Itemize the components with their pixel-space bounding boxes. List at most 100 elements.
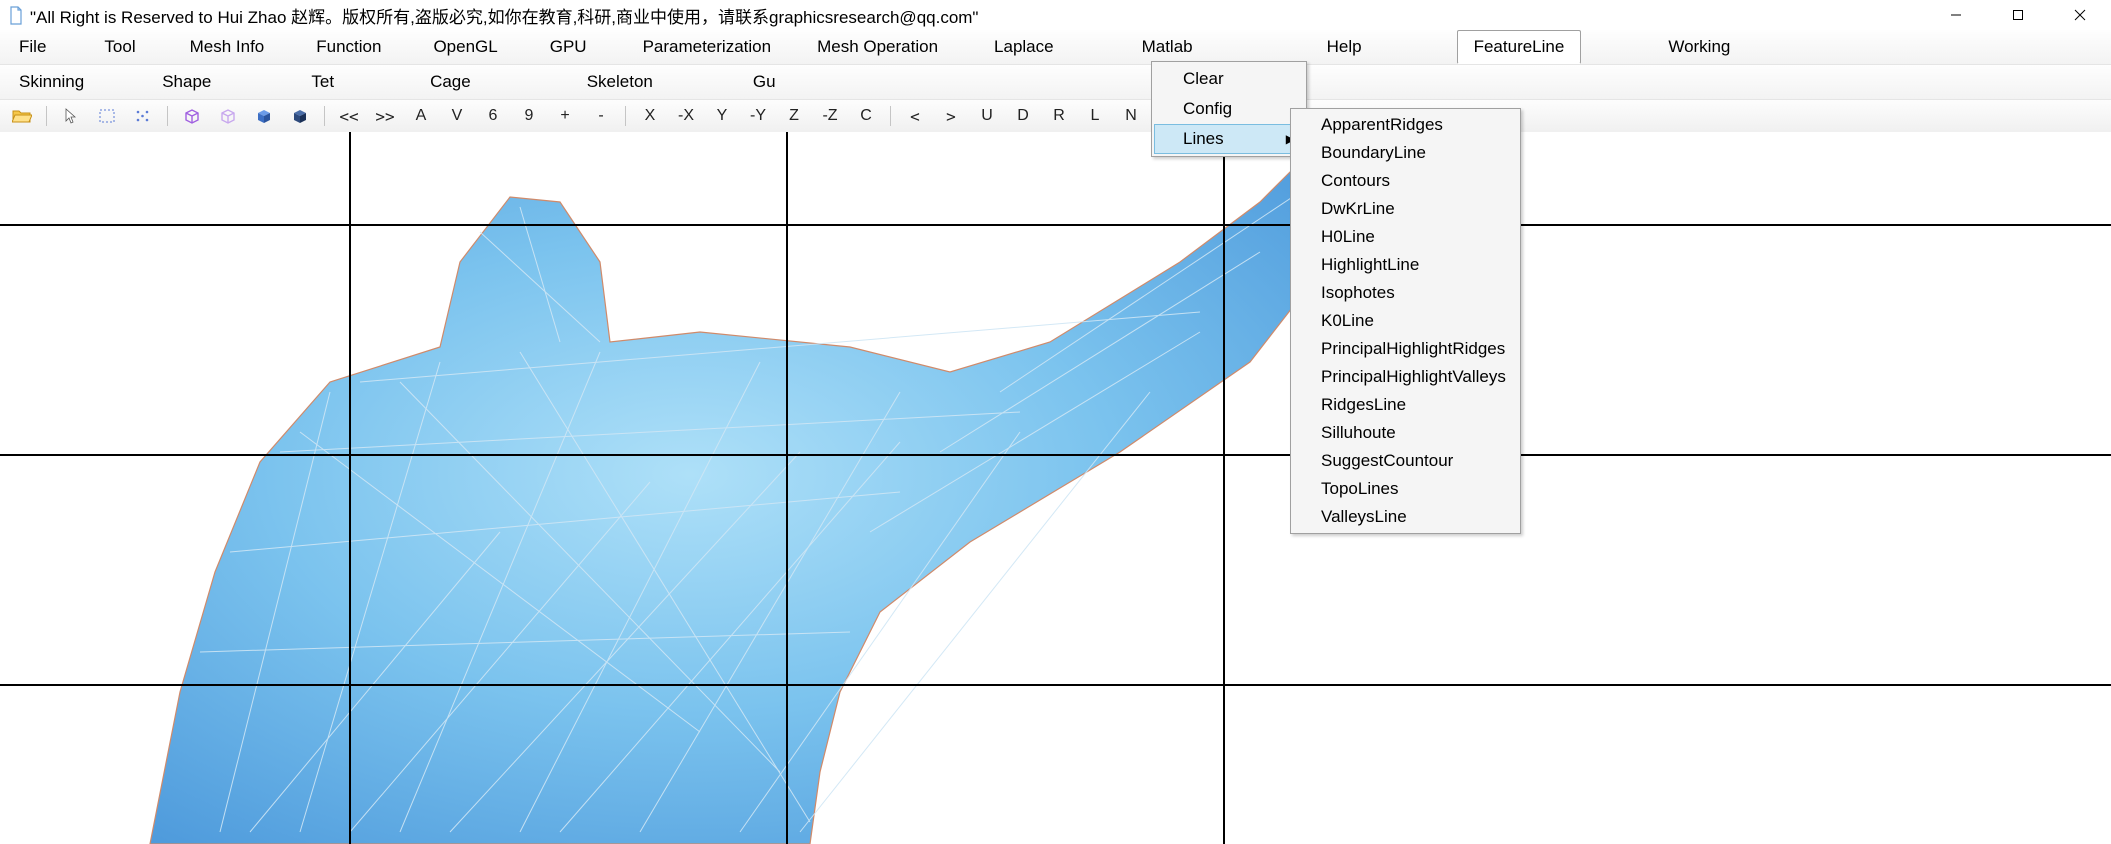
solid-cube-blue-icon[interactable]	[248, 104, 280, 128]
submenu-item-label: ValleysLine	[1321, 507, 1407, 526]
dropdown-item-label: Lines	[1183, 129, 1224, 148]
menu-mesh-info[interactable]: Mesh Info	[173, 30, 282, 64]
toolbar-btn-x[interactable]: X	[634, 104, 666, 128]
menu-function[interactable]: Function	[299, 30, 398, 64]
open-file-icon[interactable]	[6, 104, 38, 128]
toolbar-btn-y[interactable]: Y	[706, 104, 738, 128]
toolbar-btn-negy[interactable]: -Y	[742, 104, 774, 128]
toolbar-btn-label: D	[1017, 107, 1029, 125]
toolbar-btn-negz[interactable]: -Z	[814, 104, 846, 128]
lines-item-apparentridges[interactable]: ApparentRidges	[1293, 111, 1518, 139]
toolbar-separator	[167, 106, 168, 126]
lines-item-silluhoute[interactable]: Silluhoute	[1293, 419, 1518, 447]
submenu-item-label: ApparentRidges	[1321, 115, 1443, 134]
toolbar-btn-label: <	[910, 107, 920, 126]
toolbar-btn-plus[interactable]: +	[549, 104, 581, 128]
featureline-item-clear[interactable]: Clear	[1154, 64, 1304, 94]
lines-item-topolines[interactable]: TopoLines	[1293, 475, 1518, 503]
menu-label: Matlab	[1142, 37, 1193, 56]
menu-mesh-operation[interactable]: Mesh Operation	[800, 30, 955, 64]
toolbar-btn-label: 9	[525, 107, 534, 125]
wire-cube-purple-icon[interactable]	[176, 104, 208, 128]
toolbar-btn-n[interactable]: N	[1115, 104, 1147, 128]
menu-parameterization[interactable]: Parameterization	[626, 30, 789, 64]
menu-skeleton[interactable]: Skeleton	[570, 65, 670, 99]
wire-cube-light-icon[interactable]	[212, 104, 244, 128]
submenu-item-label: TopoLines	[1321, 479, 1399, 498]
viewport-3d[interactable]	[0, 132, 2111, 844]
toolbar-btn-gt[interactable]: >	[935, 104, 967, 128]
lines-item-suggestcountour[interactable]: SuggestCountour	[1293, 447, 1518, 475]
menu-label: Gu	[753, 72, 776, 91]
points-icon[interactable]	[127, 104, 159, 128]
lines-item-valleysline[interactable]: ValleysLine	[1293, 503, 1518, 531]
lines-item-dwkrline[interactable]: DwKrLine	[1293, 195, 1518, 223]
menu-label: FeatureLine	[1474, 37, 1565, 56]
lines-item-k0line[interactable]: K0Line	[1293, 307, 1518, 335]
menu-laplace[interactable]: Laplace	[977, 30, 1071, 64]
featureline-item-lines[interactable]: Lines ▶	[1154, 124, 1304, 154]
submenu-item-label: RidgesLine	[1321, 395, 1406, 414]
toolbar-btn-label: R	[1053, 107, 1065, 125]
toolbar-btn-a[interactable]: A	[405, 104, 437, 128]
lines-item-highlightline[interactable]: HighlightLine	[1293, 251, 1518, 279]
toolbar-btn-minus[interactable]: -	[585, 104, 617, 128]
menu-gu[interactable]: Gu	[736, 65, 793, 99]
menu-tet[interactable]: Tet	[294, 65, 351, 99]
menu-label: Mesh Operation	[817, 37, 938, 56]
toolbar-btn-l[interactable]: L	[1079, 104, 1111, 128]
toolbar-btn-label: Y	[717, 107, 728, 125]
menu-cage[interactable]: Cage	[413, 65, 488, 99]
toolbar-btn-z[interactable]: Z	[778, 104, 810, 128]
menu-featureline[interactable]: FeatureLine	[1457, 30, 1582, 64]
close-button[interactable]	[2049, 0, 2111, 30]
featureline-item-config[interactable]: Config	[1154, 94, 1304, 124]
menu-skinning[interactable]: Skinning	[2, 65, 101, 99]
menu-gpu[interactable]: GPU	[533, 30, 604, 64]
lines-item-h0line[interactable]: H0Line	[1293, 223, 1518, 251]
menu-opengl[interactable]: OpenGL	[416, 30, 514, 64]
lines-item-principalhighlightvalleys[interactable]: PrincipalHighlightValleys	[1293, 363, 1518, 391]
select-rect-icon[interactable]	[91, 104, 123, 128]
lines-item-principalhighlightridges[interactable]: PrincipalHighlightRidges	[1293, 335, 1518, 363]
gridline-vertical	[786, 132, 788, 844]
toolbar-btn-lt[interactable]: <	[899, 104, 931, 128]
toolbar-btn-prev2[interactable]: <<	[333, 104, 365, 128]
menu-label: Parameterization	[643, 37, 772, 56]
toolbar-btn-6[interactable]: 6	[477, 104, 509, 128]
menu-shape[interactable]: Shape	[145, 65, 228, 99]
menu-label: Shape	[162, 72, 211, 91]
menu-label: Function	[316, 37, 381, 56]
toolbar-btn-9[interactable]: 9	[513, 104, 545, 128]
toolbar-btn-r[interactable]: R	[1043, 104, 1075, 128]
toolbar-btn-label: -Y	[750, 107, 766, 125]
toolbar-btn-v[interactable]: V	[441, 104, 473, 128]
menu-matlab[interactable]: Matlab	[1125, 30, 1210, 64]
menu-label: Working	[1668, 37, 1730, 56]
lines-item-contours[interactable]: Contours	[1293, 167, 1518, 195]
mesh-render	[0, 132, 2111, 844]
minimize-button[interactable]	[1925, 0, 1987, 30]
toolbar-btn-label: C	[860, 107, 872, 125]
toolbar-btn-c[interactable]: C	[850, 104, 882, 128]
solid-cube-dark-icon[interactable]	[284, 104, 316, 128]
menu-tool[interactable]: Tool	[87, 30, 152, 64]
menubar-secondary: Skinning Shape Tet Cage Skeleton Gu	[0, 65, 2111, 100]
menu-file[interactable]: File	[2, 30, 63, 64]
toolbar-btn-u[interactable]: U	[971, 104, 1003, 128]
submenu-item-label: SuggestCountour	[1321, 451, 1453, 470]
toolbar-btn-d[interactable]: D	[1007, 104, 1039, 128]
menu-working[interactable]: Working	[1651, 30, 1747, 64]
toolbar-btn-label: X	[645, 107, 656, 125]
menu-help[interactable]: Help	[1310, 30, 1379, 64]
lines-item-boundaryline[interactable]: BoundaryLine	[1293, 139, 1518, 167]
cursor-icon[interactable]	[55, 104, 87, 128]
toolbar-btn-next2[interactable]: >>	[369, 104, 401, 128]
lines-submenu: ApparentRidges BoundaryLine Contours DwK…	[1290, 108, 1521, 534]
submenu-item-label: H0Line	[1321, 227, 1375, 246]
lines-item-ridgesline[interactable]: RidgesLine	[1293, 391, 1518, 419]
gridline-vertical	[1223, 132, 1225, 844]
maximize-button[interactable]	[1987, 0, 2049, 30]
toolbar-btn-negx[interactable]: -X	[670, 104, 702, 128]
lines-item-isophotes[interactable]: Isophotes	[1293, 279, 1518, 307]
